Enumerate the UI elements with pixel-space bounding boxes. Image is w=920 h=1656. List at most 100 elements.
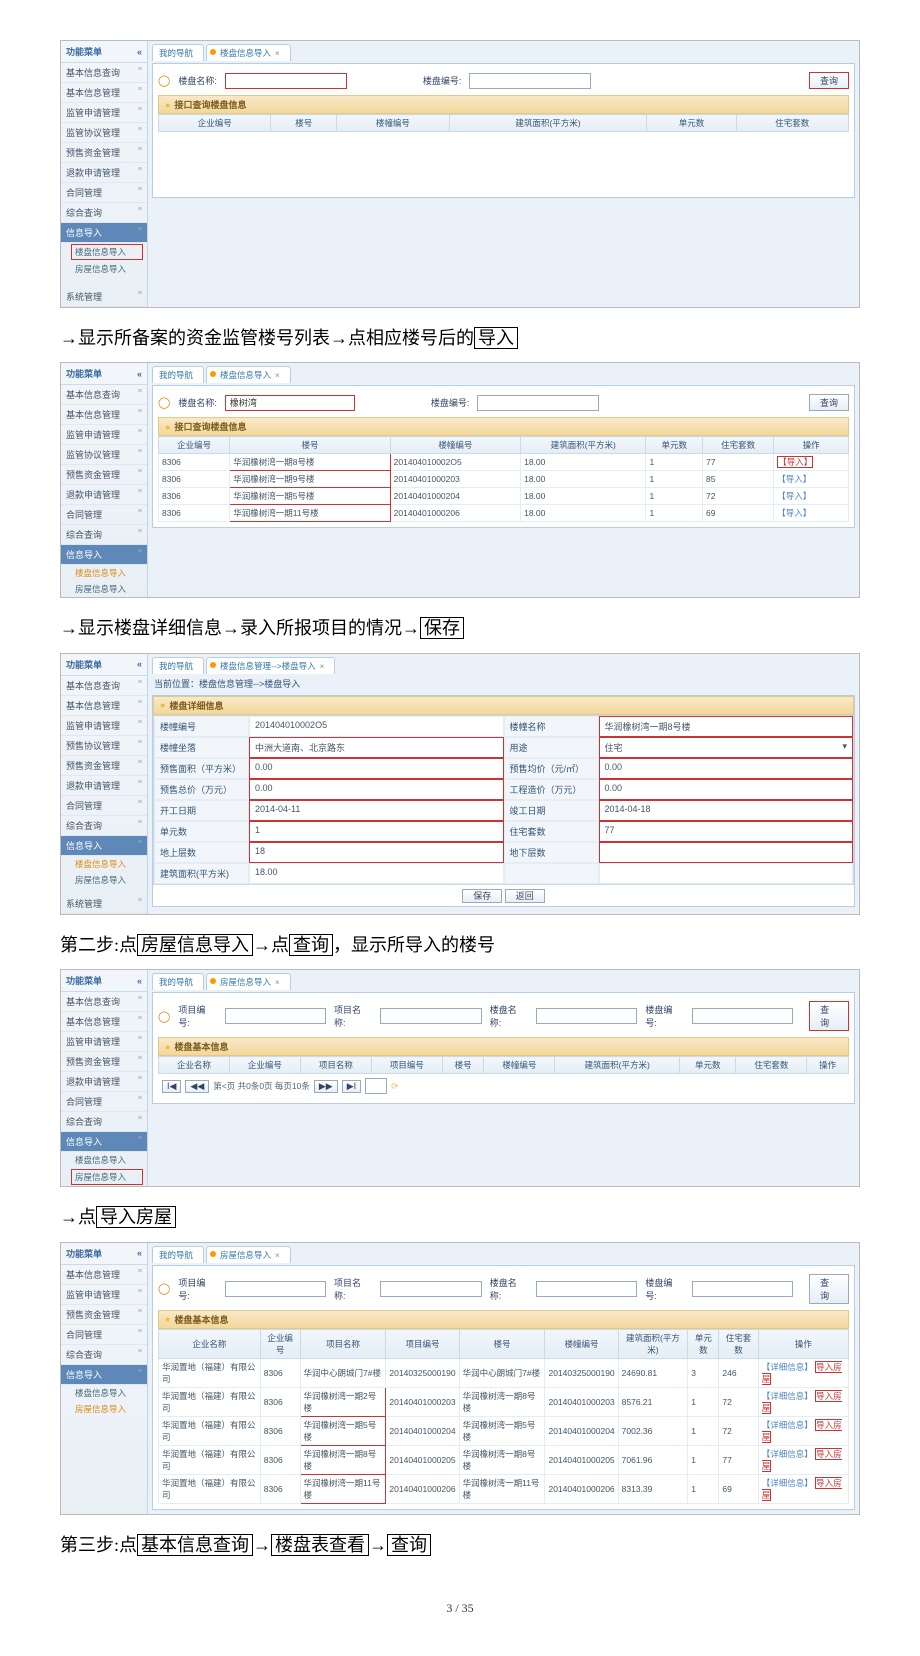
back-button[interactable]: 返回 <box>505 889 545 903</box>
menu-item[interactable]: 基本信息管理≡ <box>61 83 147 103</box>
submenu-loupan[interactable]: 楼盘信息导入 <box>61 565 147 581</box>
project-code-input[interactable] <box>225 1008 326 1024</box>
loupan-name-input[interactable]: 橡树湾 <box>225 395 355 411</box>
loupan-name-input[interactable] <box>536 1281 637 1297</box>
query-button[interactable]: 查询 <box>809 1274 849 1304</box>
presale-price-input[interactable]: 0.00 <box>599 758 854 779</box>
menu-item-active[interactable]: 信息导入≡ <box>61 1132 147 1152</box>
import-button[interactable]: 【导入】 <box>777 508 811 518</box>
pager-last[interactable]: ▶I <box>342 1080 361 1093</box>
import-button[interactable]: 【导入】 <box>777 474 811 484</box>
menu-item[interactable]: 监管申请管理≡ <box>61 103 147 123</box>
loupan-code-input[interactable] <box>692 1008 793 1024</box>
loupan-code-input[interactable] <box>692 1281 793 1297</box>
import-button[interactable]: 【导入】 <box>777 456 813 468</box>
detail-button[interactable]: 【详细信息】 <box>762 1391 813 1401</box>
submenu-fangwu[interactable]: 房屋信息导入 <box>71 1169 143 1185</box>
menu-item[interactable]: 退款申请管理≡ <box>61 776 147 796</box>
tab-nav[interactable]: 我的导航 <box>152 657 204 674</box>
usage-select[interactable]: 住宅 ▾ <box>599 737 854 758</box>
menu-item[interactable]: 基本信息查询≡ <box>61 63 147 83</box>
project-code-input[interactable] <box>225 1281 326 1297</box>
loupan-name-input[interactable] <box>536 1008 637 1024</box>
query-button[interactable]: 查询 <box>809 394 849 411</box>
menu-item[interactable]: 基本信息管理≡ <box>61 696 147 716</box>
menu-item-active[interactable]: 信息导入≡ <box>61 545 147 565</box>
tab-fangwu-import[interactable]: 房屋信息导入× <box>206 1246 291 1263</box>
menu-item[interactable]: 综合查询≡ <box>61 525 147 545</box>
menu-item[interactable]: 综合查询≡ <box>61 1112 147 1132</box>
menu-item[interactable]: 系统管理≡ <box>61 894 147 914</box>
query-button[interactable]: 查询 <box>809 72 849 89</box>
query-button[interactable]: 查询 <box>809 1001 849 1031</box>
menu-item[interactable]: 预售资金管理≡ <box>61 465 147 485</box>
project-name-input[interactable] <box>380 1281 481 1297</box>
menu-item[interactable]: 综合查询≡ <box>61 816 147 836</box>
submenu-loupan[interactable]: 楼盘信息导入 <box>71 244 143 260</box>
collapse-icon[interactable]: « <box>137 47 142 57</box>
menu-item[interactable]: 预售资金管理≡ <box>61 756 147 776</box>
menu-item[interactable]: 合同管理≡ <box>61 796 147 816</box>
menu-item[interactable]: 综合查询≡ <box>61 1345 147 1365</box>
tab-nav[interactable]: 我的导航 <box>152 973 204 990</box>
project-name-input[interactable] <box>380 1008 481 1024</box>
submenu-loupan[interactable]: 楼盘信息导入 <box>61 1385 147 1401</box>
end-date-input[interactable]: 2014-04-18 <box>599 800 854 821</box>
menu-item-active[interactable]: 信息导入≡ <box>61 836 147 856</box>
submenu-fangwu[interactable]: 房屋信息导入 <box>61 261 147 277</box>
menu-item[interactable]: 基本信息查询≡ <box>61 385 147 405</box>
submenu-loupan[interactable]: 楼盘信息导入 <box>61 856 147 872</box>
submenu-loupan[interactable]: 楼盘信息导入 <box>61 1152 147 1168</box>
project-cost-input[interactable]: 0.00 <box>599 779 854 800</box>
menu-item[interactable]: 监管申请管理≡ <box>61 1032 147 1052</box>
presale-area-input[interactable]: 0.00 <box>249 758 504 779</box>
tab-nav[interactable]: 我的导航 <box>152 1246 204 1263</box>
pager-prev[interactable]: ◀◀ <box>185 1080 209 1093</box>
close-icon[interactable]: × <box>275 49 280 58</box>
detail-button[interactable]: 【详细信息】 <box>762 1362 813 1372</box>
menu-item[interactable]: 预售协议管理≡ <box>61 736 147 756</box>
menu-item[interactable]: 预售资金管理≡ <box>61 1305 147 1325</box>
menu-item[interactable]: 合同管理≡ <box>61 183 147 203</box>
loupan-code-input[interactable] <box>469 73 591 89</box>
menu-item[interactable]: 合同管理≡ <box>61 505 147 525</box>
pager-first[interactable]: I◀ <box>162 1080 181 1093</box>
menu-item[interactable]: 监管申请管理≡ <box>61 716 147 736</box>
menu-item[interactable]: 基本信息管理≡ <box>61 1265 147 1285</box>
menu-item[interactable]: 监管协议管理≡ <box>61 123 147 143</box>
menu-item[interactable]: 基本信息管理≡ <box>61 405 147 425</box>
pager-go-icon[interactable]: ⟳ <box>391 1081 398 1092</box>
submenu-fangwu[interactable]: 房屋信息导入 <box>61 872 147 888</box>
menu-item-active[interactable]: 信息导入≡ <box>61 223 147 243</box>
menu-item[interactable]: 监管协议管理≡ <box>61 445 147 465</box>
below-floors-input[interactable] <box>599 842 854 863</box>
menu-item[interactable]: 预售资金管理≡ <box>61 143 147 163</box>
tab-loupan-import[interactable]: 楼盘信息导入× <box>206 44 291 61</box>
menu-item[interactable]: 合同管理≡ <box>61 1325 147 1345</box>
house-count-input[interactable]: 77 <box>599 821 854 842</box>
presale-total-input[interactable]: 0.00 <box>249 779 504 800</box>
menu-item[interactable]: 综合查询≡ <box>61 203 147 223</box>
menu-item[interactable]: 基本信息管理≡ <box>61 1012 147 1032</box>
menu-item[interactable]: 基本信息查询≡ <box>61 992 147 1012</box>
tab-loupan-manage[interactable]: 楼盘信息管理-->楼盘导入× <box>206 657 335 674</box>
submenu-fangwu[interactable]: 房屋信息导入 <box>61 1401 147 1417</box>
loupan-code-input[interactable] <box>477 395 599 411</box>
menu-item[interactable]: 预售资金管理≡ <box>61 1052 147 1072</box>
save-button[interactable]: 保存 <box>462 889 502 903</box>
detail-button[interactable]: 【详细信息】 <box>762 1478 813 1488</box>
menu-item-active[interactable]: 信息导入≡ <box>61 1365 147 1385</box>
pager-jump-input[interactable] <box>365 1078 387 1094</box>
menu-item[interactable]: 基本信息查询≡ <box>61 676 147 696</box>
menu-item[interactable]: 系统管理≡ <box>61 287 147 307</box>
tab-nav[interactable]: 我的导航 <box>152 366 204 383</box>
detail-button[interactable]: 【详细信息】 <box>762 1449 813 1459</box>
address-input[interactable]: 中洲大道南、北京路东 <box>249 737 504 758</box>
above-floors-input[interactable]: 18 <box>249 842 504 863</box>
tab-nav[interactable]: 我的导航 <box>152 44 204 61</box>
menu-item[interactable]: 退款申请管理≡ <box>61 163 147 183</box>
detail-button[interactable]: 【详细信息】 <box>762 1420 813 1430</box>
menu-item[interactable]: 退款申请管理≡ <box>61 1072 147 1092</box>
menu-item[interactable]: 监管申请管理≡ <box>61 425 147 445</box>
import-button[interactable]: 【导入】 <box>777 491 811 501</box>
